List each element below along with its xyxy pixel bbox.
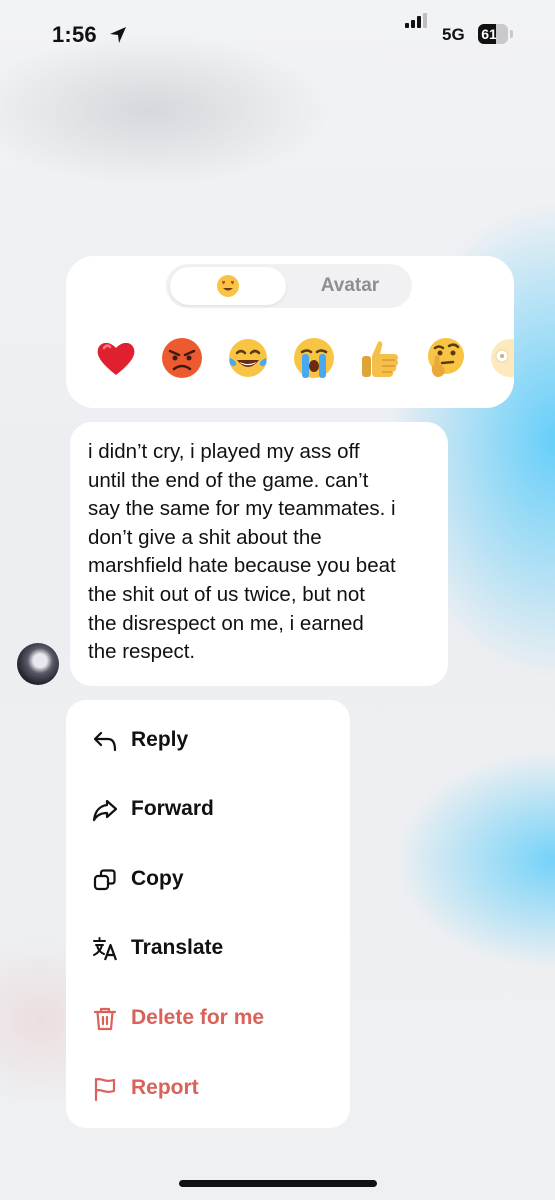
heart-eyes-emoji-icon xyxy=(217,275,239,297)
menu-item-delete-for-me[interactable]: Delete for me xyxy=(66,988,350,1048)
flag-icon xyxy=(94,1077,116,1102)
location-arrow-icon xyxy=(110,27,126,43)
translate-icon xyxy=(93,937,118,961)
trash-icon xyxy=(93,1007,117,1031)
network-type: 5G xyxy=(442,25,465,44)
thinking-face-emoji-icon[interactable] xyxy=(424,336,468,380)
battery-cap xyxy=(510,30,513,38)
message-line: the shit out of us twice, but not xyxy=(88,582,365,606)
message-line: marshfield hate because you beat xyxy=(88,554,396,578)
reaction-panel: Avatar xyxy=(66,256,514,408)
menu-item-copy[interactable]: Copy xyxy=(66,849,350,909)
tab-emoji[interactable] xyxy=(170,267,286,305)
menu-label-copy: Copy xyxy=(131,867,184,890)
status-time: 1:56 xyxy=(52,22,97,47)
home-indicator[interactable] xyxy=(179,1180,377,1187)
message-text: i didn’t cry, i played my ass off until … xyxy=(88,438,444,667)
message-line: the disrespect on me, i earned xyxy=(88,611,364,635)
loudly-crying-emoji-icon[interactable] xyxy=(292,336,336,380)
menu-item-reply[interactable]: Reply xyxy=(66,710,350,770)
angry-face-emoji-icon[interactable] xyxy=(160,336,204,380)
menu-label-delete: Delete for me xyxy=(131,1006,265,1029)
message-line: i didn’t cry, i played my ass off xyxy=(88,440,360,463)
forward-arrow-icon xyxy=(92,799,118,822)
menu-label-report: Report xyxy=(131,1076,199,1099)
thumbs-up-emoji-icon[interactable] xyxy=(358,336,402,380)
message-line: until the end of the game. can’t xyxy=(88,468,369,492)
sender-avatar[interactable] xyxy=(17,643,59,685)
flushed-face-emoji-icon[interactable] xyxy=(488,336,514,380)
tab-avatar[interactable]: Avatar xyxy=(290,264,410,308)
message-line: don’t give a shit about the xyxy=(88,525,322,549)
reply-arrow-icon xyxy=(93,731,117,752)
menu-item-forward[interactable]: Forward xyxy=(66,779,350,839)
battery-percent: 61 xyxy=(481,26,497,42)
message-line: the respect. xyxy=(88,640,196,664)
red-heart-emoji-icon[interactable] xyxy=(94,336,138,380)
message-context-menu: Reply Forward Copy Translate Delete for … xyxy=(66,700,350,1128)
menu-item-translate[interactable]: Translate xyxy=(66,918,350,978)
menu-label-forward: Forward xyxy=(131,797,214,820)
copy-icon xyxy=(93,869,116,891)
reaction-tab-switcher: Avatar xyxy=(166,264,412,308)
menu-item-report[interactable]: Report xyxy=(66,1058,350,1118)
battery-icon: 61 xyxy=(478,24,508,44)
message-bubble[interactable]: i didn’t cry, i played my ass off until … xyxy=(70,422,448,686)
message-line: say the same for my teammates. i xyxy=(88,497,396,521)
menu-label-reply: Reply xyxy=(131,728,189,751)
menu-label-translate: Translate xyxy=(131,936,224,959)
tears-of-joy-emoji-icon[interactable] xyxy=(226,336,270,380)
